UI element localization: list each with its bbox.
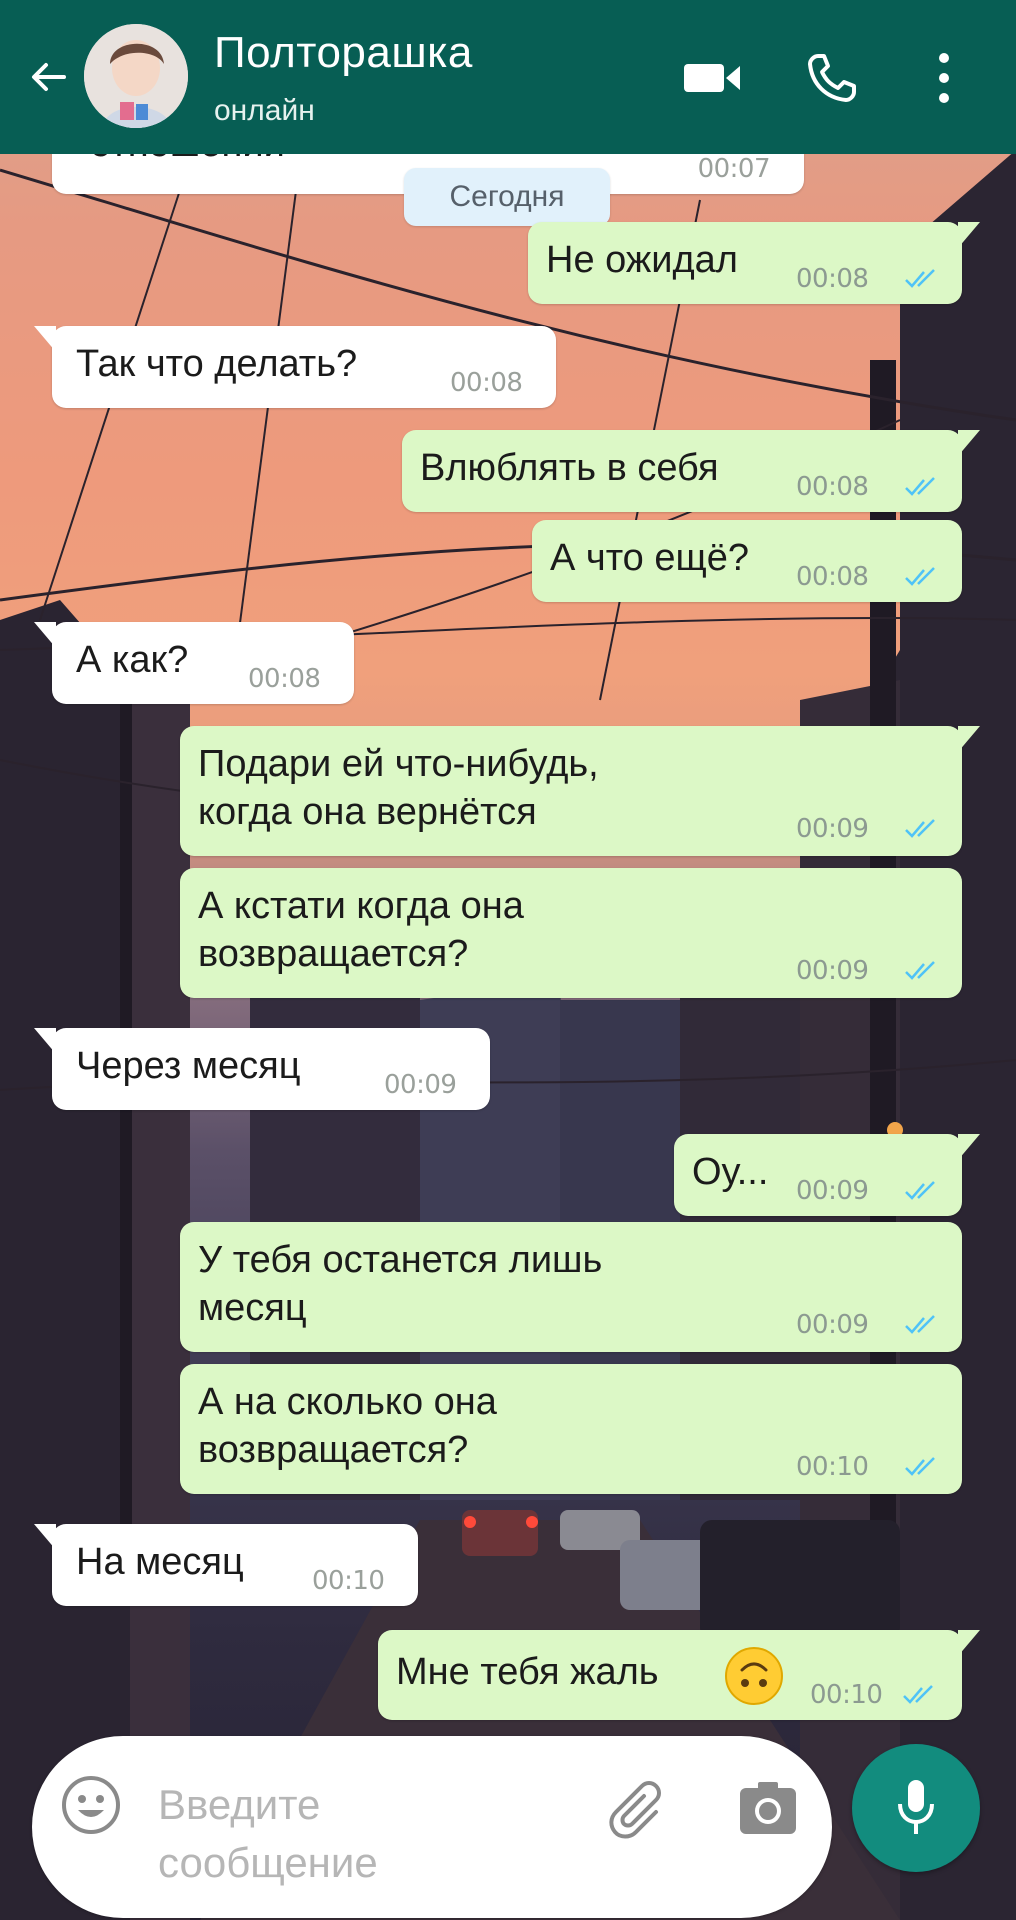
message-time: 00:09: [796, 956, 869, 986]
message-time: 00:10: [810, 1680, 883, 1710]
message-outgoing[interactable]: Оу... 00:09: [674, 1134, 980, 1216]
message-time: 00:09: [796, 1176, 869, 1206]
message-text: На месяц: [76, 1541, 244, 1583]
message-text: Так что делать?: [76, 343, 358, 385]
camera-icon[interactable]: [738, 1780, 798, 1836]
message-time: 00:10: [796, 1452, 869, 1482]
message-time: 00:08: [796, 264, 869, 294]
date-divider: Сегодня: [404, 168, 610, 226]
message-outgoing[interactable]: Мне тебя жаль 00:10: [378, 1630, 980, 1720]
contact-avatar[interactable]: [84, 24, 188, 128]
message-time: 00:08: [796, 562, 869, 592]
message-incoming[interactable]: А как? 00:08: [34, 622, 354, 704]
back-arrow-icon[interactable]: [24, 52, 74, 102]
message-time: 00:08: [796, 472, 869, 502]
message-outgoing[interactable]: Влюблять в себя 00:08: [402, 430, 980, 512]
read-ticks-icon: [905, 477, 935, 496]
phone-icon[interactable]: [806, 52, 858, 104]
message-text: отношений: [90, 154, 285, 168]
message-time: 00:09: [796, 814, 869, 844]
message-text: Подари ей что-нибудь, когда она вернётся: [198, 743, 599, 833]
read-ticks-icon: [905, 961, 935, 980]
message-input[interactable]: Введите сообщение: [158, 1776, 498, 1892]
video-call-icon[interactable]: [682, 58, 744, 98]
message-outgoing[interactable]: Не ожидал 00:08: [528, 222, 980, 304]
message-incoming[interactable]: Так что делать? 00:08: [34, 326, 556, 408]
read-ticks-icon: [905, 1457, 935, 1476]
read-ticks-icon: [905, 819, 935, 838]
message-outgoing[interactable]: Подари ей что-нибудь, когда она вернётся…: [180, 726, 980, 856]
message-text: Не ожидал: [546, 239, 738, 281]
read-ticks-icon: [905, 567, 935, 586]
read-ticks-icon: [905, 1315, 935, 1334]
message-incoming[interactable]: Через месяц 00:09: [34, 1028, 490, 1110]
message-text: А как?: [76, 639, 189, 681]
message-time: 00:08: [450, 368, 523, 398]
read-ticks-icon: [905, 1181, 935, 1200]
message-time: 00:07: [697, 154, 771, 184]
message-outgoing[interactable]: А что ещё? 00:08: [532, 520, 962, 602]
message-text: У тебя останется лишь месяц: [198, 1239, 603, 1329]
read-ticks-icon: [905, 269, 935, 288]
message-time: 00:10: [312, 1566, 385, 1596]
message-time: 00:09: [796, 1310, 869, 1340]
message-incoming[interactable]: На месяц 00:10: [34, 1524, 418, 1606]
microphone-button[interactable]: [852, 1744, 980, 1872]
message-text: А что ещё?: [550, 537, 750, 579]
contact-status: онлайн: [214, 94, 315, 127]
more-vert-icon[interactable]: [932, 50, 956, 106]
read-ticks-icon: [903, 1685, 933, 1704]
message-composer: Введите сообщение: [32, 1736, 832, 1918]
message-text: Через месяц: [76, 1045, 301, 1087]
message-text: Оу...: [692, 1151, 769, 1193]
upside-down-face-icon: [725, 1647, 783, 1705]
message-text: Мне тебя жаль: [396, 1651, 659, 1693]
message-outgoing[interactable]: А кстати когда она возвращается? 00:09: [180, 868, 962, 998]
chat-header: Полторашка онлайн: [0, 0, 1016, 154]
message-text: Влюблять в себя: [420, 447, 719, 489]
message-list[interactable]: отношений 00:07 Сегодня Не ожидал 00:08 …: [0, 154, 1016, 1734]
message-text: А кстати когда она возвращается?: [198, 885, 524, 975]
message-text: А на сколько она возвращается?: [198, 1381, 497, 1471]
microphone-icon: [898, 1780, 934, 1834]
paperclip-icon[interactable]: [606, 1776, 674, 1844]
message-time: 00:08: [248, 664, 321, 694]
emoji-icon[interactable]: [60, 1774, 122, 1836]
contact-name[interactable]: Полторашка: [214, 28, 473, 78]
message-outgoing[interactable]: У тебя останется лишь месяц 00:09: [180, 1222, 962, 1352]
message-time: 00:09: [384, 1070, 457, 1100]
message-outgoing[interactable]: А на сколько она возвращается? 00:10: [180, 1364, 962, 1494]
